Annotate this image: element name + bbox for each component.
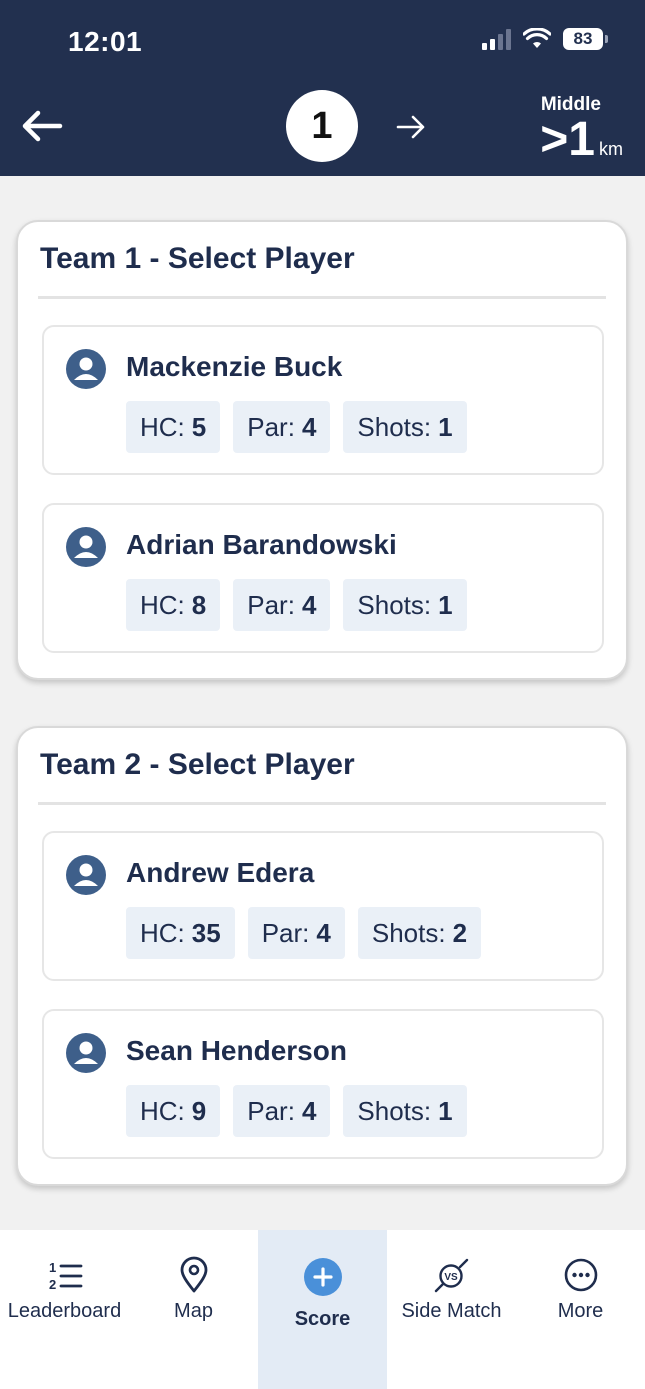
par-badge: Par: 4 [233,1085,331,1137]
svg-text:VS: VS [444,1272,458,1283]
more-icon [564,1258,597,1292]
status-icons: 83 [482,28,608,50]
team-title: Team 1 - Select Player [40,242,355,275]
par-badge: Par: 4 [233,579,331,631]
vs-icon: VS [434,1258,468,1293]
player-card[interactable]: Sean Henderson HC: 9 Par: 4 Shots: 1 [42,1009,604,1159]
plus-circle-icon [303,1258,342,1296]
nav-side-match[interactable]: VS Side Match [387,1230,516,1389]
par-value: 4 [301,1095,317,1126]
next-hole-arrow-icon[interactable] [396,114,426,140]
shots-badge: Shots: 1 [343,401,467,453]
team-title: Team 2 - Select Player [40,748,355,781]
user-avatar-icon [66,855,106,895]
back-arrow-icon[interactable] [20,108,64,144]
team-card-2: Team 2 - Select Player Andrew Edera HC: 3… [16,726,628,1186]
nav-label: Map [174,1300,213,1322]
player-name: Adrian Barandowski [126,529,397,560]
bottom-nav: 1 2 Leaderboard Map Score VS Side Match [0,1230,645,1389]
player-stats: HC: 8 Par: 4 Shots: 1 [126,579,467,631]
player-card[interactable]: Andrew Edera HC: 35 Par: 4 Shots: 2 [42,831,604,981]
hc-badge: HC: 35 [126,907,235,959]
nav-label: Score [294,1308,351,1330]
par-badge: Par: 4 [233,401,331,453]
hc-value: 9 [191,1095,207,1126]
battery-icon: 83 [563,28,608,50]
nav-label: More [557,1300,604,1322]
hc-value: 5 [191,411,207,442]
map-pin-icon [180,1256,207,1293]
distance-value: >1 [540,113,595,166]
shots-value: 2 [452,917,468,948]
user-avatar-icon [66,349,106,389]
player-name: Sean Henderson [126,1035,347,1066]
hole-number: 1 [286,90,358,162]
nav-more[interactable]: More [516,1230,645,1389]
hc-badge: HC: 9 [126,1085,221,1137]
player-stats: HC: 35 Par: 4 Shots: 2 [126,907,482,959]
nav-label: Side Match [401,1300,502,1322]
svg-text:1: 1 [49,1260,56,1275]
shots-value: 1 [438,1095,453,1126]
distance-readout: Middle >1 km [540,94,623,166]
shots-value: 1 [438,589,453,620]
nav-map[interactable]: Map [129,1230,258,1389]
top-header: 12:01 83 1 Middle >1 km [0,0,645,176]
par-value: 4 [316,917,331,948]
wifi-icon [523,28,551,48]
nav-label: Leaderboard [7,1300,122,1322]
player-name: Mackenzie Buck [126,351,343,382]
leaderboard-icon: 1 2 [49,1260,82,1292]
shots-badge: Shots: 1 [343,1085,467,1137]
hc-badge: HC: 5 [126,401,221,453]
team-card-1: Team 1 - Select Player Mackenzie Buck HC… [16,220,628,680]
shots-value: 1 [438,411,453,442]
player-name: Andrew Edera [126,857,315,888]
user-avatar-icon [66,1033,106,1073]
hc-value: 8 [191,589,207,620]
player-stats: HC: 9 Par: 4 Shots: 1 [126,1085,467,1137]
par-value: 4 [301,589,317,620]
divider [38,296,606,299]
signal-icon [482,28,511,50]
user-avatar-icon [66,527,106,567]
nav-score[interactable]: Score [258,1230,387,1389]
player-card[interactable]: Mackenzie Buck HC: 5 Par: 4 Shots: 1 [42,325,604,475]
divider [38,802,606,805]
distance-unit: km [599,139,623,159]
svg-text:2: 2 [49,1277,56,1292]
par-value: 4 [301,411,317,442]
player-stats: HC: 5 Par: 4 Shots: 1 [126,401,467,453]
hc-value: 35 [191,917,221,948]
par-badge: Par: 4 [247,907,345,959]
hc-badge: HC: 8 [126,579,221,631]
player-card[interactable]: Adrian Barandowski HC: 8 Par: 4 Shots: 1 [42,503,604,653]
shots-badge: Shots: 2 [357,907,482,959]
status-time: 12:01 [68,26,143,57]
nav-leaderboard[interactable]: 1 2 Leaderboard [0,1230,129,1389]
shots-badge: Shots: 1 [343,579,467,631]
